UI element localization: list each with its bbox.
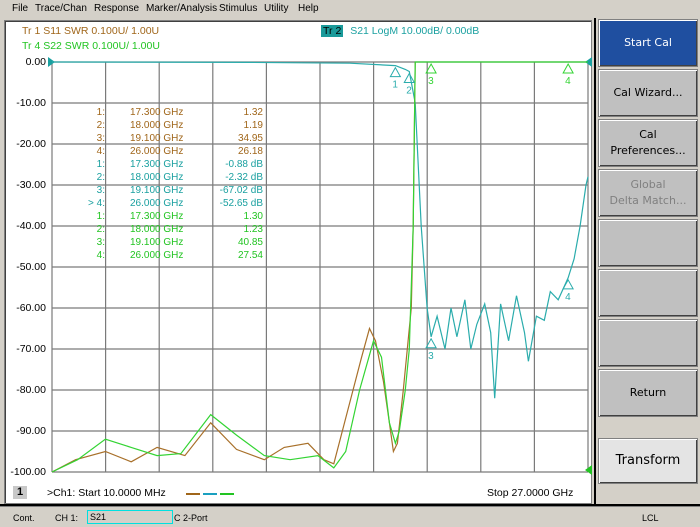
marker-value: 27.54 bbox=[237, 250, 263, 261]
marker-value: -67.02 dB bbox=[219, 185, 263, 196]
softkey-label: Delta Match... bbox=[609, 194, 687, 207]
status-bar: Cont. CH 1: S21 C 2-Port LCL bbox=[0, 506, 700, 527]
softkey-blank-5[interactable] bbox=[598, 269, 698, 317]
softkey-cal-preferences[interactable]: Cal Preferences... bbox=[598, 119, 698, 167]
softkey-label: Cal Wizard... bbox=[613, 86, 683, 99]
marker-id: > 4: bbox=[88, 198, 105, 209]
trace-plot[interactable]: 12343 4 bbox=[0, 0, 700, 526]
marker-value: 1.23 bbox=[243, 224, 263, 235]
softkey-return[interactable]: Return bbox=[598, 369, 698, 417]
marker-value: 1.19 bbox=[243, 120, 263, 131]
softkey-blank-6[interactable] bbox=[598, 319, 698, 367]
marker-id: 4: bbox=[96, 250, 105, 261]
softkey-transform[interactable]: Transform bbox=[598, 438, 698, 484]
softkey-label: Cal bbox=[639, 128, 657, 141]
marker-value: 26.18 bbox=[237, 146, 263, 157]
marker-id: 4: bbox=[96, 146, 105, 157]
marker-triangle-s21-1 bbox=[389, 66, 402, 78]
marker-label-s21-3: 3 bbox=[428, 351, 434, 362]
marker-id: 2: bbox=[96, 224, 105, 235]
marker-id: 1: bbox=[96, 211, 105, 222]
calibration-status: C 2-Port bbox=[174, 513, 208, 523]
marker-label-s21-4: 4 bbox=[565, 292, 571, 303]
channel-number[interactable]: 1 bbox=[13, 486, 27, 499]
marker-id: 3: bbox=[96, 133, 105, 144]
active-parameter-field[interactable]: S21 bbox=[87, 510, 173, 524]
local-status: LCL bbox=[642, 513, 659, 523]
status-channel: CH 1: bbox=[55, 513, 79, 523]
marker-label-s22-4: 4 bbox=[565, 76, 571, 87]
marker-id: 2: bbox=[96, 120, 105, 131]
stop-frequency[interactable]: Stop 27.0000 GHz bbox=[487, 487, 573, 499]
marker-triangle-s21-2 bbox=[403, 72, 416, 84]
marker-id: 2: bbox=[96, 172, 105, 183]
marker-value: 40.85 bbox=[237, 237, 263, 248]
marker-id: 1: bbox=[96, 159, 105, 170]
softkey-label: Transform bbox=[615, 453, 681, 468]
softkey-blank-4[interactable] bbox=[598, 219, 698, 267]
sweep-mode: Cont. bbox=[13, 513, 35, 523]
marker-label-s21-1: 1 bbox=[392, 80, 398, 91]
softkey-label: Global bbox=[630, 178, 666, 191]
softkey-label: Preferences... bbox=[610, 144, 686, 157]
marker-id: 3: bbox=[96, 185, 105, 196]
softkey-start-cal[interactable]: Start Cal bbox=[598, 19, 698, 67]
marker-value: -2.32 dB bbox=[225, 172, 263, 183]
marker-value: -52.65 dB bbox=[219, 198, 263, 209]
softkey-panel: Start Cal Cal Wizard... Cal Preferences... G… bbox=[596, 18, 700, 504]
marker-triangle-s22-4 bbox=[562, 62, 574, 74]
marker-label-s21-2: 2 bbox=[406, 86, 412, 97]
softkey-cal-wizard[interactable]: Cal Wizard... bbox=[598, 69, 698, 117]
marker-value: 1.30 bbox=[243, 211, 263, 222]
marker-id: 1: bbox=[96, 107, 105, 118]
softkey-global-delta-match: Global Delta Match... bbox=[598, 169, 698, 217]
marker-label-s22-3: 3 bbox=[428, 76, 434, 87]
softkey-label: Return bbox=[629, 386, 667, 399]
softkey-label: Start Cal bbox=[624, 36, 672, 49]
marker-value: -0.88 dB bbox=[225, 159, 263, 170]
marker-value: 1.32 bbox=[243, 107, 263, 118]
trace-color-legend bbox=[186, 493, 234, 495]
marker-value: 34.95 bbox=[237, 133, 263, 144]
start-frequency[interactable]: >Ch1: Start 10.0000 MHz bbox=[47, 487, 166, 499]
marker-id: 3: bbox=[96, 237, 105, 248]
